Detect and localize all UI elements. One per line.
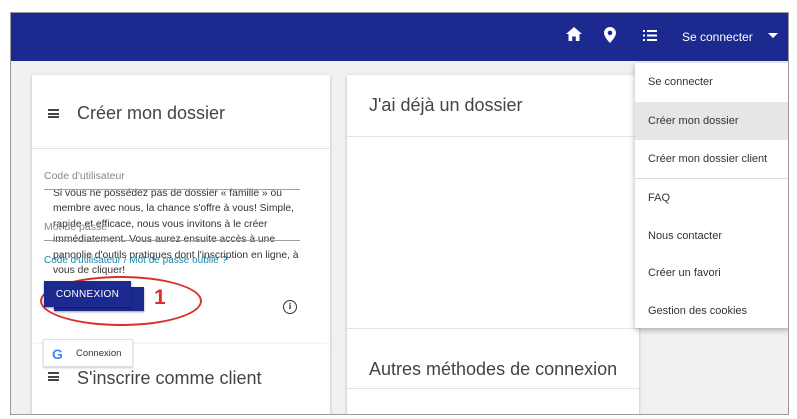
- dropdown-item-create-account[interactable]: Créer mon dossier: [635, 102, 788, 140]
- info-icon[interactable]: i: [283, 300, 297, 314]
- existing-account-title: J'ai déjà un dossier: [369, 95, 523, 115]
- connexion-button[interactable]: CONNEXION: [44, 281, 131, 307]
- dropdown-item-cookies[interactable]: Gestion des cookies: [635, 292, 788, 330]
- card-divider: [32, 148, 330, 149]
- google-login-button[interactable]: G Connexion: [43, 339, 133, 367]
- create-account-title: Créer mon dossier: [77, 103, 226, 123]
- card-divider: [347, 388, 639, 389]
- card-divider: [347, 136, 639, 137]
- password-field[interactable]: [44, 213, 300, 241]
- forgot-credentials-link[interactable]: Code d'utilisateur / Mot de passe oublié…: [44, 255, 227, 266]
- dropdown-item-favorite[interactable]: Créer un favori: [635, 254, 788, 292]
- dropdown-item-login[interactable]: Se connecter: [635, 63, 788, 101]
- dropdown-item-create-client-account[interactable]: Créer mon dossier client: [635, 140, 788, 178]
- dropdown-item-faq[interactable]: FAQ: [635, 179, 788, 217]
- login-dropdown-toggle[interactable]: Se connecter: [682, 30, 753, 44]
- google-logo-icon: G: [52, 346, 63, 362]
- top-navigation-bar: Se connecter: [11, 13, 788, 61]
- menu-lines-icon: [48, 109, 59, 118]
- card-divider: [347, 328, 639, 329]
- google-login-label: Connexion: [76, 348, 122, 359]
- list-menu-icon[interactable]: [643, 30, 657, 41]
- menu-lines-icon: [48, 372, 59, 381]
- annotation-number: 1: [154, 286, 166, 309]
- caret-down-icon[interactable]: [768, 33, 778, 38]
- existing-account-card: J'ai déjà un dossier Autres méthodes de …: [347, 75, 639, 414]
- username-field[interactable]: [44, 162, 300, 190]
- location-pin-icon[interactable]: [604, 27, 616, 43]
- home-icon[interactable]: [566, 27, 582, 41]
- login-dropdown-menu: Se connecter Créer mon dossier Créer mon…: [635, 63, 788, 330]
- dropdown-item-contact[interactable]: Nous contacter: [635, 217, 788, 255]
- client-signup-title[interactable]: S'inscrire comme client: [77, 368, 261, 389]
- other-methods-title: Autres méthodes de connexion: [369, 359, 618, 379]
- app-frame: Se connecter Créer mon dossier Si vous n…: [10, 12, 789, 415]
